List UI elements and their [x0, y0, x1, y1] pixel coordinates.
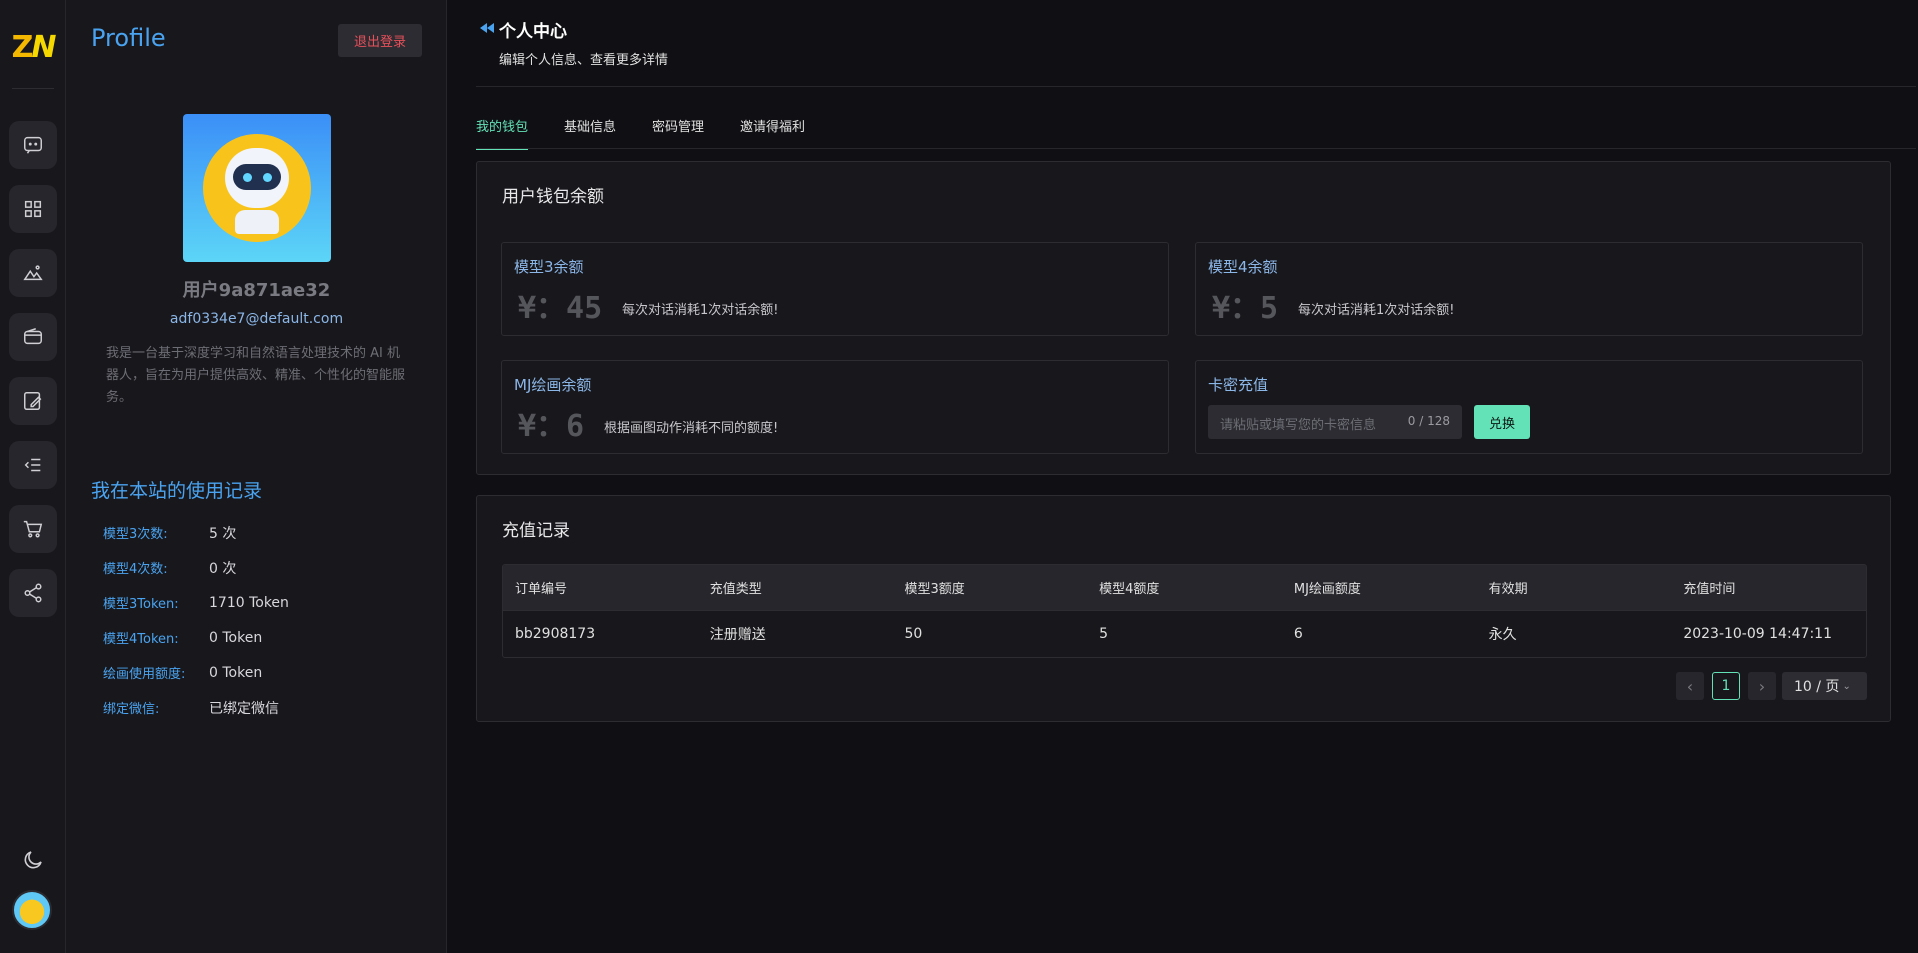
- mj-balance-hint: 根据画图动作消耗不同的额度!: [604, 421, 779, 436]
- profile-sidebar: Profile 退出登录 用户9a871ae32 adf0334e7@defau…: [66, 0, 447, 953]
- usage-row: 模型4Token: 0 Token: [103, 629, 263, 648]
- wallet-card: 用户钱包余额 模型3余额 ¥：45 每次对话消耗1次对话余额! 模型4余额 ¥：…: [476, 161, 1891, 475]
- profile-avatar[interactable]: [183, 114, 331, 262]
- rail-divider: [12, 88, 54, 89]
- table-cell: 6: [1293, 626, 1303, 642]
- usage-row: 模型4次数: 0 次: [103, 560, 237, 578]
- icon-rail: ZN: [0, 0, 66, 953]
- logout-button[interactable]: 退出登录: [338, 24, 422, 57]
- profile-title: Profile: [91, 24, 166, 52]
- mj-balance-box: MJ绘画余额 ¥：6 根据画图动作消耗不同的额度!: [501, 360, 1169, 454]
- model3-balance-box: 模型3余额 ¥：45 每次对话消耗1次对话余额!: [501, 242, 1169, 336]
- records-title: 充值记录: [502, 521, 570, 541]
- usage-row: 模型3次数: 5 次: [103, 525, 237, 543]
- share-icon: [24, 583, 42, 603]
- share-button[interactable]: [9, 569, 57, 617]
- mj-balance-label: MJ绘画余额: [514, 376, 592, 394]
- page-1-button[interactable]: 1: [1712, 672, 1740, 700]
- image-button[interactable]: [9, 249, 57, 297]
- usage-row: 模型3Token: 1710 Token: [103, 594, 289, 613]
- usage-title: 我在本站的使用记录: [91, 480, 263, 502]
- chat-icon: [24, 136, 42, 154]
- mj-balance-amount: ¥：6: [518, 409, 585, 444]
- tab-divider: [476, 148, 1916, 149]
- table-cell: 永久: [1488, 627, 1517, 643]
- table-cell: 50: [904, 626, 923, 642]
- tab-bar: 我的钱包 基础信息 密码管理 邀请得福利: [476, 116, 841, 150]
- prev-page-button[interactable]: ‹: [1676, 672, 1704, 700]
- card-code-placeholder: 请粘贴或填写您的卡密信息: [1220, 418, 1377, 433]
- header-divider: [476, 86, 1916, 87]
- card-code-input[interactable]: 请粘贴或填写您的卡密信息 0 / 128: [1208, 405, 1462, 439]
- records-table: 订单编号 充值类型 模型3额度 模型4额度 MJ绘画额度 有效期 充值时间 bb…: [502, 564, 1867, 658]
- draw-icon: [24, 392, 42, 410]
- column-header: 订单编号: [515, 582, 568, 597]
- chevron-down-icon: ⌄: [1842, 680, 1851, 692]
- card-recharge-label: 卡密充值: [1208, 376, 1269, 394]
- model4-balance-amount: ¥：5: [1212, 291, 1279, 326]
- list-icon: [24, 458, 41, 472]
- user-avatar[interactable]: [12, 890, 52, 930]
- table-cell: 2023-10-09 14:47:11: [1683, 626, 1833, 642]
- wallet-title: 用户钱包余额: [502, 187, 604, 207]
- next-page-button[interactable]: ›: [1748, 672, 1776, 700]
- page-size-value: 10 / 页: [1794, 679, 1840, 695]
- apps-icon: [24, 200, 42, 218]
- apps-button[interactable]: [9, 185, 57, 233]
- column-header: 模型3额度: [904, 582, 965, 597]
- chat-button[interactable]: [9, 121, 57, 169]
- card-code-counter: 0 / 128: [1407, 414, 1450, 428]
- tab-password[interactable]: 密码管理: [652, 116, 704, 150]
- wallet-button[interactable]: [9, 313, 57, 361]
- model4-balance-label: 模型4余额: [1208, 258, 1278, 276]
- table-header: 订单编号 充值类型 模型3额度 模型4额度 MJ绘画额度 有效期 充值时间: [503, 565, 1866, 611]
- profile-bio: 我是一台基于深度学习和自然语言处理技术的 AI 机器人，旨在为用户提供高效、精准…: [106, 346, 406, 405]
- column-header: 充值时间: [1683, 582, 1736, 597]
- page-title: 个人中心: [499, 22, 567, 42]
- usage-row: 绘画使用额度: 0 Token: [103, 664, 263, 683]
- model3-balance-hint: 每次对话消耗1次对话余额!: [622, 303, 779, 318]
- model4-balance-hint: 每次对话消耗1次对话余额!: [1298, 303, 1455, 318]
- profile-username: 用户9a871ae32: [182, 280, 331, 301]
- recharge-records-card: 充值记录 订单编号 充值类型 模型3额度 模型4额度 MJ绘画额度 有效期 充值…: [476, 495, 1891, 722]
- table-cell: 注册赠送: [709, 627, 766, 643]
- column-header: 有效期: [1488, 582, 1528, 597]
- image-icon: [23, 265, 43, 281]
- table-cell: 5: [1099, 626, 1109, 642]
- page-size-select[interactable]: 10 / 页 ⌄: [1782, 672, 1867, 700]
- profile-email: adf0334e7@default.com: [169, 311, 344, 327]
- tab-basic-info[interactable]: 基础信息: [564, 116, 616, 150]
- tab-wallet[interactable]: 我的钱包: [476, 116, 529, 150]
- app-logo[interactable]: ZN: [0, 30, 66, 65]
- tab-invite[interactable]: 邀请得福利: [740, 116, 805, 150]
- table-row: bb2908173 注册赠送 50 5 6 永久 2023-10-09 14:4…: [503, 611, 1866, 657]
- app-root: ZN Profile 退出登录 用户9a871ae32 adf0334e7@de…: [0, 0, 1918, 953]
- main-content: 个人中心 编辑个人信息、查看更多详情 我的钱包 基础信息 密码管理 邀请得福利 …: [447, 0, 1918, 953]
- table-cell: bb2908173: [515, 626, 596, 642]
- usage-list: 模型3次数: 5 次 模型4次数: 0 次 模型3Token: 1710 Token …: [103, 515, 289, 725]
- back-icon[interactable]: [479, 22, 495, 34]
- draw-button[interactable]: [9, 377, 57, 425]
- column-header: 模型4额度: [1099, 582, 1160, 597]
- cart-button[interactable]: [9, 505, 57, 553]
- list-button[interactable]: [9, 441, 57, 489]
- usage-row: 绑定微信: 已绑定微信: [103, 700, 279, 718]
- column-header: MJ绘画额度: [1293, 582, 1361, 597]
- page-subtitle: 编辑个人信息、查看更多详情: [499, 53, 669, 68]
- model3-balance-amount: ¥：45: [518, 291, 603, 326]
- column-header: 充值类型: [709, 582, 762, 597]
- card-recharge-box: 卡密充值 请粘贴或填写您的卡密信息 0 / 128 兑换: [1195, 360, 1863, 454]
- redeem-button[interactable]: 兑换: [1474, 405, 1530, 439]
- moon-icon[interactable]: [21, 848, 45, 872]
- model3-balance-label: 模型3余额: [514, 258, 584, 276]
- cart-icon: [23, 520, 43, 538]
- wallet-icon: [24, 328, 42, 345]
- model4-balance-box: 模型4余额 ¥：5 每次对话消耗1次对话余额!: [1195, 242, 1863, 336]
